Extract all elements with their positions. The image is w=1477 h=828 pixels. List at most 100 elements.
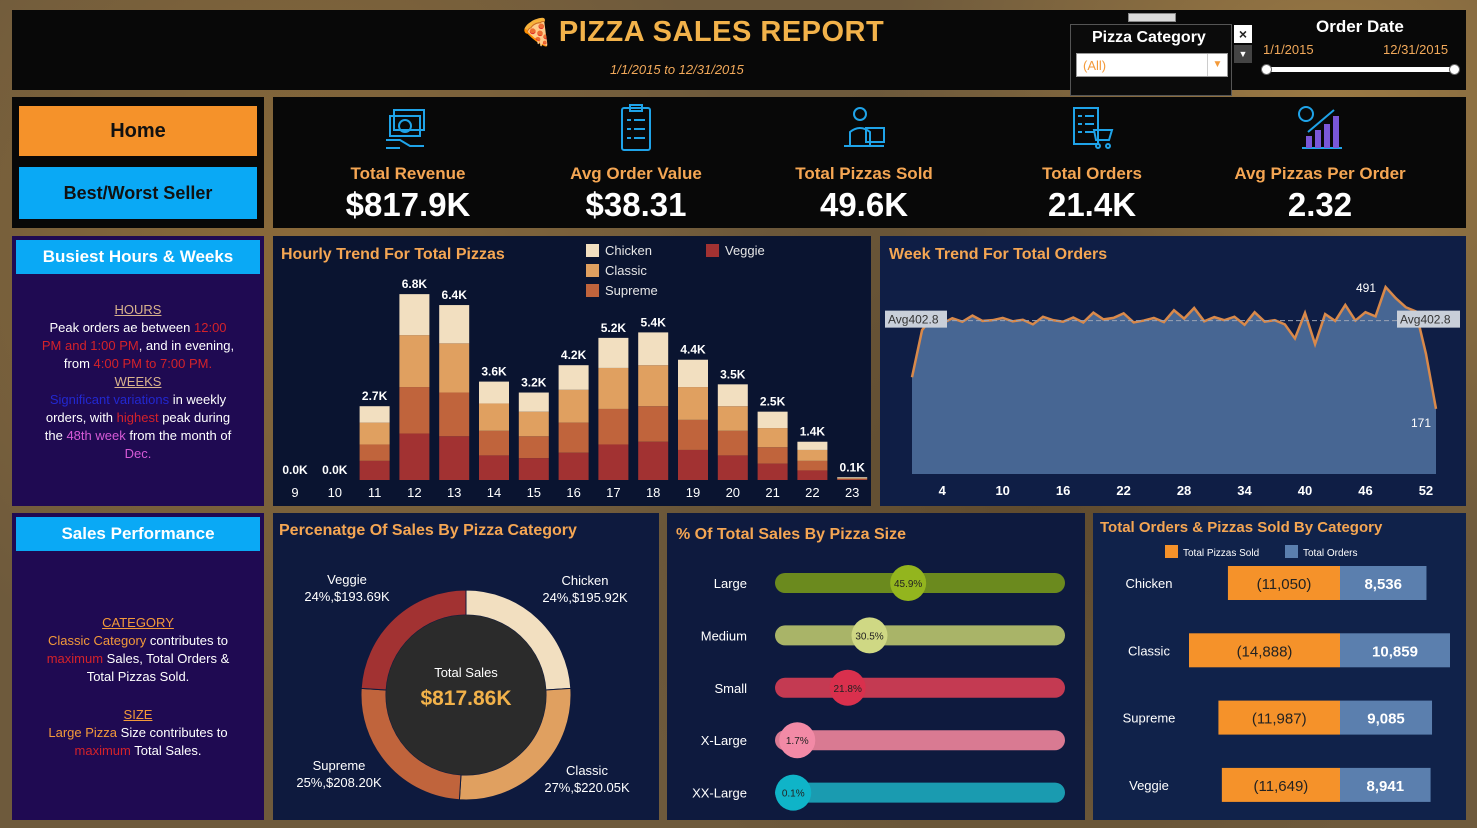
weeks-text: Significant variations in weekly orders,… (44, 392, 232, 461)
category-label: Supreme (1123, 711, 1176, 726)
bar-segment (558, 422, 589, 453)
bar-segment (558, 452, 589, 480)
hours-title: HOURS (114, 302, 162, 317)
bar-segment (439, 392, 470, 437)
size-bar (775, 782, 1065, 803)
bar-segment (797, 460, 828, 471)
chevron-down-icon[interactable]: ▼ (1207, 54, 1227, 76)
bar-segment (479, 455, 509, 480)
kpi-avg-order-value: Avg Order Value $38.31 (521, 102, 751, 224)
bar-segment (638, 406, 669, 442)
bar-segment (359, 460, 390, 480)
bar-segment (638, 332, 669, 366)
bar-segment (598, 367, 629, 409)
x-tick-label: 21 (765, 485, 779, 500)
x-tick-label: 20 (726, 485, 740, 500)
max-label: 491 (1356, 281, 1376, 295)
category-label: Classic (1128, 643, 1170, 658)
x-tick-label: 15 (527, 485, 541, 500)
bar-segment (797, 449, 828, 461)
bar-segment (558, 389, 589, 423)
best-worst-seller-button[interactable]: Best/Worst Seller (19, 167, 257, 219)
legend-swatch (586, 244, 599, 257)
x-tick-label: 52 (1419, 483, 1433, 498)
donut-center-value: $817.86K (420, 687, 511, 710)
home-button[interactable]: Home (19, 106, 257, 156)
bar-segment (717, 384, 748, 407)
legend-swatch (1285, 545, 1298, 558)
kpi-label: Avg Pizzas Per Order (1234, 164, 1406, 183)
legend-label: Total Orders (1303, 548, 1357, 559)
slider-start-handle[interactable] (1261, 64, 1272, 75)
slice-value-label: 25%,$208.20K (296, 775, 382, 790)
bar-segment (399, 387, 430, 434)
kpi-total-pizzas-sold: Total Pizzas Sold 49.6K (749, 102, 979, 224)
x-tick-label: 4 (939, 483, 947, 498)
size-value-label: 21.8% (834, 684, 862, 695)
bar-segment (837, 478, 868, 480)
x-tick-label: 16 (566, 485, 580, 500)
pizza-icon: 🍕 (520, 17, 553, 47)
pizzas-sold-label: (11,649) (1254, 778, 1309, 795)
drag-handle-icon[interactable] (1128, 13, 1176, 22)
bar-total-label: 1.4K (800, 425, 826, 439)
slice-value-label: 24%,$193.69K (304, 589, 390, 604)
x-tick-label: 17 (606, 485, 620, 500)
size-label: Large (714, 576, 747, 591)
x-tick-label: 12 (407, 485, 421, 500)
x-tick-label: 10 (328, 485, 342, 500)
bar-segment (757, 411, 788, 429)
order-date-slider[interactable] (1266, 67, 1456, 72)
bar-segment (479, 403, 509, 431)
bar-total-label: 3.6K (481, 365, 507, 379)
kpi-value: $817.9K (345, 186, 471, 223)
date-range-subtitle: 1/1/2015 to 12/31/2015 (610, 62, 744, 77)
bar-segment (797, 470, 828, 480)
legend-swatch (586, 284, 599, 297)
bar-total-label: 5.4K (641, 315, 667, 329)
bar-segment (837, 479, 868, 480)
hourly-chart: Chicken Classic Supreme Veggie 0.0K 9 0.0K 10 2.… (282, 243, 868, 500)
bar-segment (757, 463, 788, 480)
growth-chart-icon (1298, 106, 1342, 149)
bar-segment (518, 458, 549, 480)
size-chart: Large 45.9% Medium 30.5% Small 21.8% X-Large 1.… (692, 565, 1065, 811)
bar-segment (558, 365, 589, 390)
size-label: XX-Large (692, 786, 747, 801)
size-bar (775, 625, 1065, 646)
x-tick-label: 10 (995, 483, 1009, 498)
area-fill (912, 287, 1436, 474)
kpi-value: $38.31 (585, 186, 687, 223)
size-label: Medium (701, 628, 747, 643)
category-title: CATEGORY (102, 615, 174, 630)
busiest-text: HOURS Peak orders ae between 12:00 PM an… (38, 301, 238, 463)
bar-total-label: 4.2K (561, 348, 587, 362)
bar-segment (518, 392, 549, 412)
size-label: Small (714, 681, 747, 696)
bar-segment (717, 406, 748, 431)
bar-segment (837, 477, 868, 479)
size-value-label: 1.7% (786, 736, 809, 747)
page-title-text: PIZZA SALES REPORT (558, 16, 885, 48)
menu-arrow-icon[interactable]: ▼ (1234, 45, 1252, 63)
bar-segment (797, 441, 828, 450)
x-tick-label: 13 (447, 485, 461, 500)
bar-segment (638, 365, 669, 407)
x-tick-label: 14 (487, 485, 501, 500)
sales-performance-text: CATEGORY Classic Category contributes to… (43, 614, 233, 760)
legend-swatch (1165, 545, 1178, 558)
bar-segment (399, 294, 430, 336)
legend-label: Supreme (605, 283, 658, 298)
slider-end-handle[interactable] (1449, 64, 1460, 75)
size-value-label: 0.1% (782, 789, 805, 800)
bar-segment (598, 337, 629, 368)
x-tick-label: 19 (686, 485, 700, 500)
legend-swatch (586, 264, 599, 277)
bar-total-label: 3.5K (720, 367, 746, 381)
x-tick-label: 22 (805, 485, 819, 500)
pizzas-sold-label: (14,888) (1237, 643, 1293, 660)
order-date-from: 1/1/2015 (1263, 42, 1314, 57)
pizza-category-select[interactable]: (All) ▼ (1076, 53, 1228, 77)
x-tick-label: 23 (845, 485, 859, 500)
close-icon[interactable]: × (1234, 25, 1252, 43)
